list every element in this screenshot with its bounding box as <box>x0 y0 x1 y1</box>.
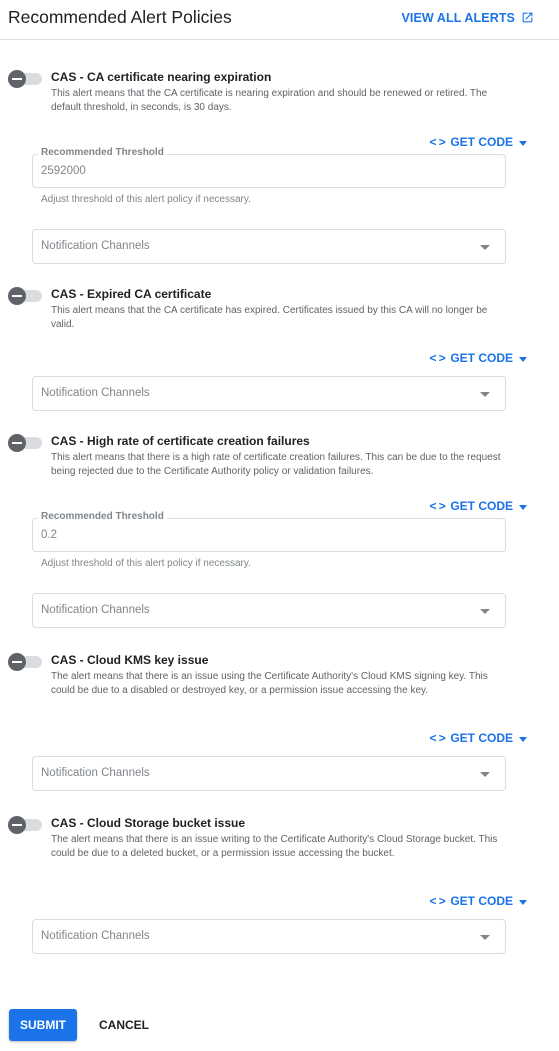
code-icon: < > <box>429 894 446 908</box>
toggle-knob <box>8 816 26 834</box>
policy-title: CAS - Cloud Storage bucket issue <box>51 816 246 830</box>
code-icon: < > <box>429 499 446 513</box>
page-title: Recommended Alert Policies <box>8 7 232 27</box>
toggle-knob <box>8 653 26 671</box>
dropdown-arrow-icon <box>519 141 527 146</box>
toggle-knob <box>8 287 26 305</box>
policy-title: CAS - CA certificate nearing expiration <box>51 70 272 84</box>
get-code-button[interactable]: < > GET CODE <box>429 135 527 149</box>
view-all-alerts-link[interactable]: VIEW ALL ALERTS <box>401 11 515 25</box>
policy-enable-toggle[interactable] <box>8 434 44 452</box>
policy-description: This alert means that there is a high ra… <box>51 452 501 477</box>
threshold-field[interactable]: Recommended Threshold 2592000 <box>32 147 506 188</box>
dropdown-arrow-icon <box>519 357 527 362</box>
notification-channels-placeholder: Notification Channels <box>41 240 150 252</box>
get-code-label: GET CODE <box>450 499 513 513</box>
get-code-label: GET CODE <box>450 135 513 149</box>
code-icon: < > <box>429 351 446 365</box>
dropdown-arrow-icon <box>480 609 490 614</box>
get-code-button[interactable]: < > GET CODE <box>429 499 527 513</box>
open-in-new-icon[interactable] <box>521 11 534 24</box>
get-code-label: GET CODE <box>450 894 513 908</box>
dropdown-arrow-icon <box>519 900 527 905</box>
get-code-button[interactable]: < > GET CODE <box>429 731 527 745</box>
code-icon: < > <box>429 731 446 745</box>
policy-description: The alert means that there is an issue w… <box>51 834 498 859</box>
dropdown-arrow-icon <box>519 737 527 742</box>
policy-title: CAS - High rate of certificate creation … <box>51 434 310 448</box>
get-code-button[interactable]: < > GET CODE <box>429 351 527 365</box>
notification-channels-select[interactable]: Notification Channels <box>32 593 506 628</box>
toggle-knob <box>8 70 26 88</box>
policy-enable-toggle[interactable] <box>8 653 44 671</box>
threshold-helper-text: Adjust threshold of this alert policy if… <box>41 558 251 569</box>
policy-description: This alert means that the CA certificate… <box>51 88 488 113</box>
threshold-field[interactable]: Recommended Threshold 0.2 <box>32 511 506 552</box>
policy-title: CAS - Cloud KMS key issue <box>51 653 209 667</box>
threshold-value: 0.2 <box>41 529 57 541</box>
threshold-label: Recommended Threshold <box>38 511 167 522</box>
header-divider <box>0 39 559 40</box>
threshold-label: Recommended Threshold <box>38 147 167 158</box>
submit-button[interactable]: SUBMIT <box>9 1009 77 1041</box>
dropdown-arrow-icon <box>519 505 527 510</box>
get-code-label: GET CODE <box>450 351 513 365</box>
dropdown-arrow-icon <box>480 935 490 940</box>
code-icon: < > <box>429 135 446 149</box>
policy-enable-toggle[interactable] <box>8 70 44 88</box>
notification-channels-placeholder: Notification Channels <box>41 767 150 779</box>
policy-enable-toggle[interactable] <box>8 816 44 834</box>
get-code-button[interactable]: < > GET CODE <box>429 894 527 908</box>
dialog-header: Recommended Alert Policies VIEW ALL ALER… <box>0 0 559 40</box>
dropdown-arrow-icon <box>480 392 490 397</box>
notification-channels-select[interactable]: Notification Channels <box>32 919 506 954</box>
policy-title: CAS - Expired CA certificate <box>51 287 212 301</box>
dropdown-arrow-icon <box>480 772 490 777</box>
notification-channels-select[interactable]: Notification Channels <box>32 756 506 791</box>
cancel-button[interactable]: CANCEL <box>92 1009 156 1041</box>
dropdown-arrow-icon <box>480 245 490 250</box>
notification-channels-placeholder: Notification Channels <box>41 604 150 616</box>
notification-channels-placeholder: Notification Channels <box>41 930 150 942</box>
threshold-value: 2592000 <box>41 165 86 177</box>
policy-description: The alert means that there is an issue u… <box>51 671 488 696</box>
threshold-helper-text: Adjust threshold of this alert policy if… <box>41 194 251 205</box>
notification-channels-select[interactable]: Notification Channels <box>32 376 506 411</box>
policy-description: This alert means that the CA certificate… <box>51 305 488 330</box>
policy-enable-toggle[interactable] <box>8 287 44 305</box>
get-code-label: GET CODE <box>450 731 513 745</box>
notification-channels-placeholder: Notification Channels <box>41 387 150 399</box>
notification-channels-select[interactable]: Notification Channels <box>32 229 506 264</box>
toggle-knob <box>8 434 26 452</box>
